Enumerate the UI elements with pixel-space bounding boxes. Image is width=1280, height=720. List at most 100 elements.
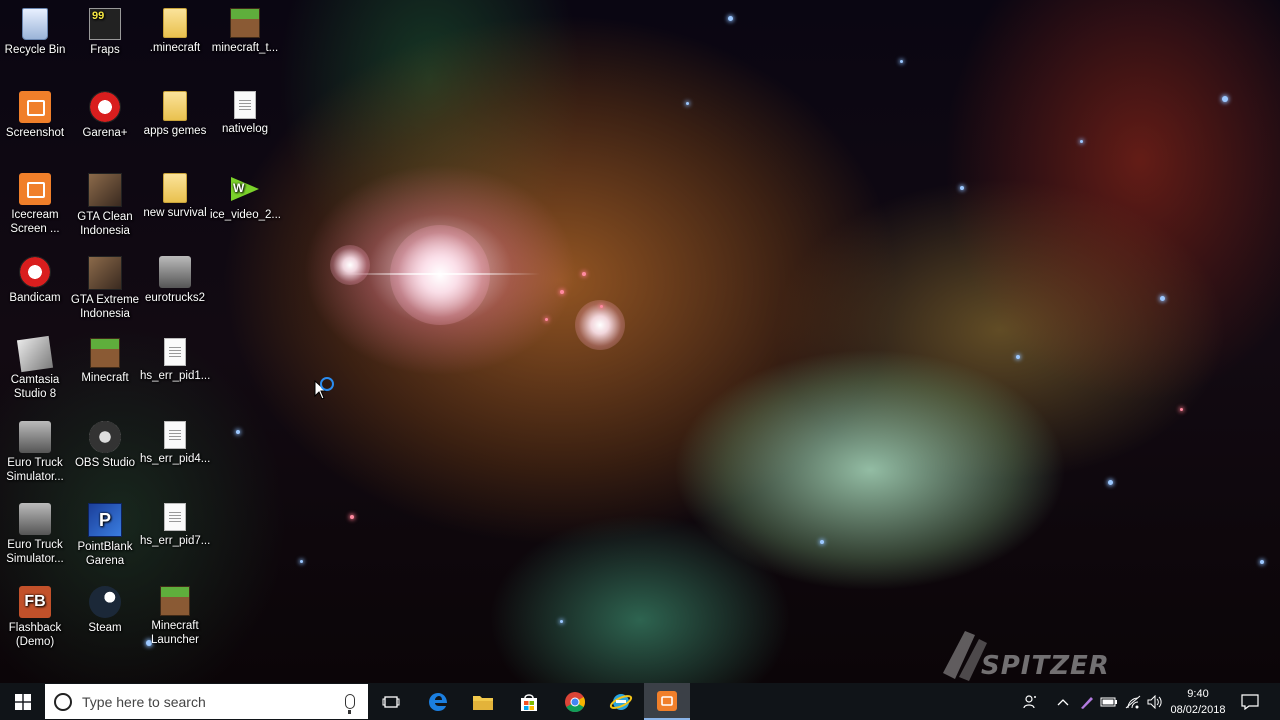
star [236,430,240,434]
desktop-icon-icecream[interactable]: Icecream Screen ... [0,168,70,236]
star [960,186,964,190]
garena-icon [89,91,121,123]
clock-time: 9:40 [1187,688,1209,700]
desktop-icon-label: Icecream Screen ... [10,209,60,235]
pointblank-icon: P [88,503,122,537]
battery-button[interactable] [1098,683,1120,720]
chevron-up-icon [1057,698,1069,705]
gta-icon [88,173,122,207]
taskbar-ie-button[interactable] [598,683,644,720]
flare-ray [340,273,540,275]
desktop-icon-fraps[interactable]: 99 Fraps [70,3,140,57]
windows-logo-icon [14,693,31,710]
desktop-icon-ice-video[interactable]: ice_video_2... [210,168,281,222]
speaker-icon [1147,694,1162,709]
folder-icon [163,91,187,121]
star [1080,140,1083,143]
show-hidden-icons-button[interactable] [1052,683,1074,720]
desktop-icon-pointblank[interactable]: P PointBlank Garena [70,498,140,568]
desktop-icon-label: Garena+ [82,127,128,139]
star [686,102,689,105]
desktop-icon-garena[interactable]: Garena+ [70,86,140,140]
truck-icon [19,503,51,535]
gta-icon [88,256,122,290]
network-button[interactable] [1121,683,1145,720]
taskbar-file-explorer-button[interactable] [460,683,506,720]
desktop-icon-screenshot[interactable]: Screenshot [0,86,70,140]
bandicam-icon [19,256,51,288]
desktop-icon-bandicam[interactable]: Bandicam [0,251,70,305]
text-document-icon [164,503,186,531]
busy-spinner-icon [320,377,334,391]
file-explorer-icon [473,695,493,710]
volume-button[interactable] [1144,683,1166,720]
taskbar-clock[interactable]: 9:40 08/02/2018 [1168,686,1228,718]
desktop-icon-label: Fraps [90,44,120,56]
desktop-icon-label: apps gemes [143,125,207,137]
desktop-icon-hs-err-pid7[interactable]: hs_err_pid7... [140,498,210,548]
search-placeholder: Type here to search [82,693,206,710]
desktop-icon-label: GTA Clean Indonesia [77,211,133,237]
task-view-button[interactable] [368,683,414,720]
desktop-icon-label: Euro Truck Simulator... [6,457,64,483]
pen-workspace-button[interactable] [1076,683,1098,720]
desktop-icon-minecraft-t[interactable]: minecraft_t... [210,3,280,55]
desktop-icon-apps-gemes[interactable]: apps gemes [140,86,210,138]
star [300,560,303,563]
desktop-icon-minecraft-folder[interactable]: .minecraft [140,3,210,55]
desktop-icon-label: Minecraft [81,372,129,384]
task-view-icon [382,695,400,708]
desktop-icon-label: eurotrucks2 [144,292,206,304]
desktop-icon-label: Camtasia Studio 8 [10,374,60,400]
desktop-icon-camtasia[interactable]: Camtasia Studio 8 [0,333,70,401]
desktop-icon-gta-extreme[interactable]: GTA Extreme Indonesia [70,251,140,321]
desktop-icon-hs-err-pid4[interactable]: hs_err_pid4... [140,416,210,466]
notification-icon [1241,693,1259,710]
taskbar-chrome-button[interactable] [552,683,598,720]
start-button[interactable] [0,683,45,720]
taskbar-edge-button[interactable] [415,683,461,720]
taskbar-screenshot-app-button[interactable] [644,683,690,720]
desktop-icon-euro-truck-1[interactable]: Euro Truck Simulator... [0,416,70,484]
desktop-icon-euro-truck-2[interactable]: Euro Truck Simulator... [0,498,70,566]
desktop-icon-minecraft-launcher[interactable]: Minecraft Launcher [140,581,210,647]
flashback-icon: FB [19,586,51,618]
microphone-icon[interactable] [345,694,355,714]
desktop-icon-nativelog[interactable]: nativelog [210,86,280,136]
minecraft-grass-icon [90,338,120,368]
action-center-button[interactable] [1230,683,1270,720]
taskbar-search-box[interactable]: Type here to search [45,684,368,719]
desktop-icon-eurotrucks2[interactable]: eurotrucks2 [140,251,210,305]
text-document-icon [234,91,256,119]
desktop-icon-steam[interactable]: Steam [70,581,140,635]
desktop-icon-hs-err-pid1[interactable]: hs_err_pid1... [140,333,210,383]
desktop-icon-gta-clean[interactable]: GTA Clean Indonesia [70,168,140,238]
desktop-icon-label: hs_err_pid1... [140,370,211,382]
desktop-icon-label: minecraft_t... [211,42,279,54]
desktop-icon-label: hs_err_pid4... [140,453,211,465]
recycle-bin-icon [22,8,48,40]
icecream-screen-recorder-icon [19,173,51,205]
taskbar-store-button[interactable] [506,683,552,720]
cortana-circle-icon [54,692,72,711]
desktop-icon-flashback[interactable]: FB Flashback (Demo) [0,581,70,649]
spitzer-watermark: SPITZER [935,623,1125,683]
people-button[interactable] [1017,683,1045,720]
star [582,272,586,276]
star [1260,560,1264,564]
ie-icon [609,693,633,710]
desktop-icon-label: ice_video_2... [210,209,281,221]
desktop-icon-minecraft[interactable]: Minecraft [70,333,140,385]
star [560,620,563,623]
taskbar: Type here to search 9:40 08/02/2018 [0,683,1280,720]
desktop-icon-recycle-bin[interactable]: Recycle Bin [0,3,70,57]
desktop-icon-label: Minecraft Launcher [151,620,199,646]
desktop-icon-label: nativelog [221,123,269,135]
desktop-icon-obs-studio[interactable]: OBS Studio [70,416,140,470]
desktop-icon-new-survival[interactable]: new survival [140,168,210,220]
minecraft-grass-icon [230,8,260,38]
star [820,540,824,544]
folder-icon [163,8,187,38]
truck-icon [19,421,51,453]
desktop-icon-label: OBS Studio [74,457,136,469]
